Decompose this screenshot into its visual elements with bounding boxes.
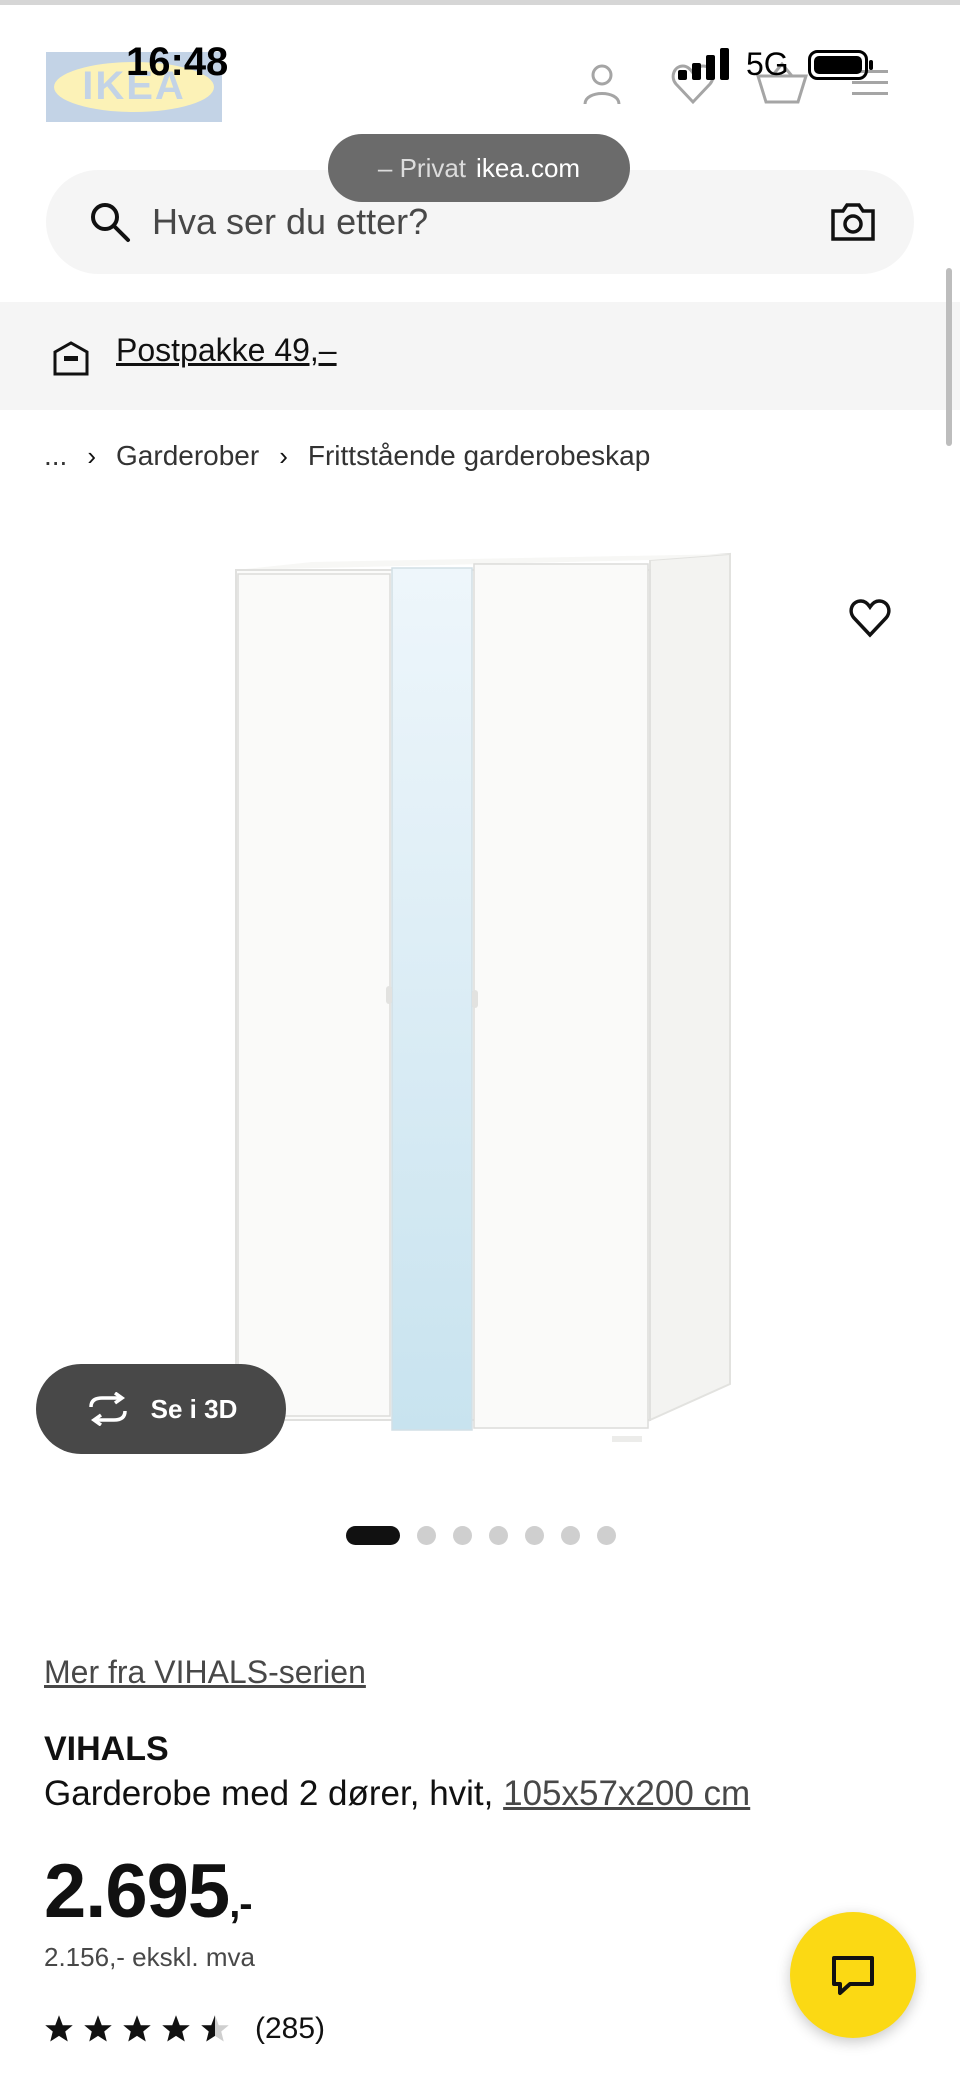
carousel-dot[interactable] — [561, 1526, 580, 1545]
breadcrumb-ellipsis[interactable]: ... — [44, 440, 67, 472]
breadcrumb-item-garderober[interactable]: Garderober — [116, 440, 259, 472]
search-icon — [91, 203, 130, 242]
star-icon — [123, 2015, 151, 2042]
product-description: Garderobe med 2 dører, hvit, 105x57x200 … — [44, 1774, 750, 1814]
view-3d-button[interactable]: Se i 3D — [36, 1364, 286, 1454]
price-main: 2.695 — [44, 1849, 230, 1934]
status-time: 16:48 — [126, 40, 229, 84]
rating-count: (285) — [255, 2012, 326, 2045]
image-carousel-dots — [346, 1526, 616, 1545]
carousel-dot[interactable] — [417, 1526, 436, 1545]
parcel-icon — [53, 341, 89, 376]
star-icon — [84, 2015, 112, 2042]
add-to-favourites-icon[interactable] — [848, 598, 892, 638]
breadcrumb: ... › Garderober › Frittstående garderob… — [44, 440, 650, 472]
half-star-icon — [201, 2015, 229, 2042]
view-3d-label: Se i 3D — [150, 1393, 238, 1424]
product-price: 2.695,- — [44, 1848, 253, 1935]
product-dimensions-link[interactable]: 105x57x200 cm — [503, 1774, 750, 1813]
cart-icon[interactable] — [756, 62, 808, 106]
rotate-3d-icon — [88, 1392, 127, 1426]
carousel-dot[interactable] — [346, 1526, 400, 1545]
page-scrollbar[interactable] — [946, 268, 952, 446]
carousel-dot[interactable] — [597, 1526, 616, 1545]
favourites-icon[interactable] — [670, 62, 716, 106]
product-type: Garderobe med 2 dører, hvit, — [44, 1774, 504, 1813]
price-suffix: ,- — [229, 1882, 252, 1926]
camera-search-icon[interactable] — [830, 202, 876, 242]
carousel-dot[interactable] — [489, 1526, 508, 1545]
chat-button[interactable] — [790, 1912, 916, 2038]
series-link[interactable]: Mer fra VIHALS-serien — [44, 1654, 366, 1691]
private-browsing-pill[interactable]: – Privat ikea.com — [328, 134, 630, 202]
chevron-right-icon: › — [87, 440, 97, 471]
product-image[interactable] — [232, 548, 732, 1472]
chat-icon — [832, 1956, 874, 1995]
carousel-dot[interactable] — [453, 1526, 472, 1545]
profile-icon[interactable] — [580, 62, 624, 106]
delivery-link[interactable]: Postpakke 49,– — [116, 332, 337, 369]
star-icon — [162, 2015, 190, 2042]
breadcrumb-item-frittstaende[interactable]: Frittstående garderobeskap — [308, 440, 650, 472]
product-rating[interactable]: (285) — [44, 2012, 325, 2046]
domain-label: ikea.com — [476, 152, 581, 183]
carousel-dot[interactable] — [525, 1526, 544, 1545]
private-label: – Privat — [377, 152, 467, 183]
star-icon — [45, 2015, 73, 2042]
chevron-right-icon: › — [279, 440, 288, 471]
search-input[interactable] — [152, 196, 792, 248]
product-name: VIHALS — [44, 1730, 169, 1768]
menu-icon[interactable] — [850, 62, 890, 102]
price-excl-vat: 2.156,- ekskl. mva — [44, 1942, 255, 1972]
top-edge — [0, 0, 960, 5]
